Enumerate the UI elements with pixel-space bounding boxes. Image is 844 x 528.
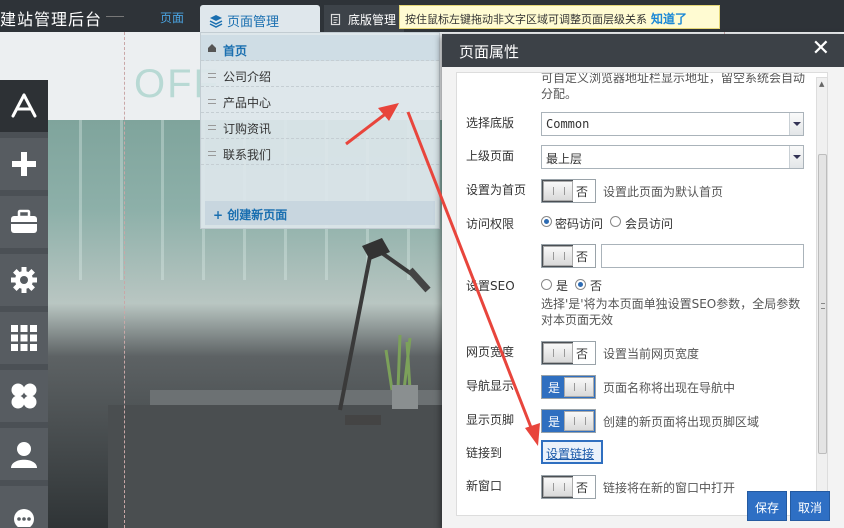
parent-page-select-value: 最上层 xyxy=(546,152,583,166)
drag-tip-text: 按住鼠标左键拖动非文字区域可调整页面层级关系 xyxy=(405,13,647,26)
title-divider xyxy=(106,16,124,17)
footer-label: 显示页脚 xyxy=(466,413,515,427)
top-bar: 建站管理后台 页面 页面管理 底版管理 按住鼠标左键拖动非文字区域可调整页面层级… xyxy=(0,0,844,32)
drag-handle-icon xyxy=(208,151,216,156)
new-window-label: 新窗口 xyxy=(466,479,503,493)
seo-no-radio[interactable] xyxy=(575,279,586,290)
gear-icon[interactable] xyxy=(0,254,48,306)
scroll-up-icon[interactable]: ▲ xyxy=(819,80,824,88)
dialog-scrollbar[interactable]: ▲ ▼ xyxy=(816,77,828,517)
page-properties-dialog: 页面属性 ✕ 可自定义浏览器地址栏显示地址，留空系统会自动 分配。 选择底版 C… xyxy=(442,34,844,528)
toolbox-icon[interactable] xyxy=(0,196,48,248)
footer-hint: 创建的新页面将出现页脚区域 xyxy=(603,415,760,429)
left-toolbar xyxy=(0,80,48,528)
address-hint-line1: 可自定义浏览器地址栏显示地址，留空系统会自动 xyxy=(541,72,806,85)
chevron-down-icon xyxy=(789,146,803,168)
new-window-toggle[interactable]: 否 xyxy=(541,475,596,499)
page-list-dropdown: 首页 公司介绍 产品中心 订购资讯 联系我们 + 创建新页面 xyxy=(200,32,440,229)
access-label: 访问权限 xyxy=(466,217,515,231)
clover-icon[interactable] xyxy=(0,370,48,422)
nav-label: 导航显示 xyxy=(466,379,515,393)
page-item[interactable]: 产品中心 xyxy=(201,87,439,113)
more-icon[interactable] xyxy=(0,486,48,528)
access-member-radio[interactable] xyxy=(610,216,621,227)
link-label: 链接到 xyxy=(466,446,503,460)
site-title: 建站管理后台 xyxy=(0,10,103,29)
page-item-home[interactable]: 首页 xyxy=(201,35,439,61)
width-toggle[interactable]: 否 xyxy=(541,341,596,365)
page-item[interactable]: 公司介绍 xyxy=(201,61,439,87)
width-label: 网页宽度 xyxy=(466,345,515,359)
set-home-toggle[interactable]: 否 xyxy=(541,179,596,203)
page-item-label: 首页 xyxy=(223,44,248,58)
template-select[interactable]: Common xyxy=(541,112,804,136)
seo-hint-line2: 对本页面无效 xyxy=(541,313,614,327)
home-icon xyxy=(208,44,216,52)
app-store-icon[interactable] xyxy=(0,80,48,132)
tab-page[interactable]: 页面 xyxy=(160,9,184,26)
seo-no-label: 否 xyxy=(590,279,603,293)
layout-guide-left xyxy=(124,32,125,528)
template-select-value: Common xyxy=(546,117,590,131)
access-password-input[interactable] xyxy=(601,244,804,268)
page-item-label: 订购资讯 xyxy=(223,122,272,136)
document-icon xyxy=(330,13,341,26)
access-password-radio[interactable] xyxy=(541,216,552,227)
dialog-title: 页面属性 xyxy=(459,43,520,61)
drag-handle-icon xyxy=(208,125,216,130)
set-home-hint: 设置此页面为默认首页 xyxy=(603,185,724,199)
page-item-label: 联系我们 xyxy=(223,148,272,162)
nav-hint: 页面名称将出现在导航中 xyxy=(603,381,736,395)
access-toggle[interactable]: 否 xyxy=(541,244,596,268)
cancel-button[interactable]: 取消 xyxy=(790,491,830,521)
create-page-button[interactable]: + 创建新页面 xyxy=(205,201,435,225)
new-window-hint: 链接将在新的窗口中打开 xyxy=(603,481,736,495)
page-item[interactable]: 联系我们 xyxy=(201,139,439,165)
set-home-label: 设置为首页 xyxy=(466,183,527,197)
drag-handle-icon xyxy=(208,99,216,104)
tab-template-management[interactable]: 底版管理 xyxy=(324,5,404,32)
page-item[interactable]: 订购资讯 xyxy=(201,113,439,139)
footer-toggle[interactable]: 是 xyxy=(541,409,596,433)
layers-icon xyxy=(209,15,223,28)
tab-template-management-label: 底版管理 xyxy=(348,13,397,27)
access-member-label: 会员访问 xyxy=(625,217,674,231)
chevron-down-icon xyxy=(789,113,803,135)
drag-handle-icon xyxy=(208,73,216,78)
parent-page-select[interactable]: 最上层 xyxy=(541,145,804,169)
seo-yes-label: 是 xyxy=(556,279,569,293)
plus-icon[interactable] xyxy=(0,138,48,190)
dialog-form[interactable]: 可自定义浏览器地址栏显示地址，留空系统会自动 分配。 选择底版 Common 上… xyxy=(456,72,828,516)
address-hint-line2: 分配。 xyxy=(541,87,578,101)
page-item-label: 产品中心 xyxy=(223,96,272,110)
tab-page-management-label: 页面管理 xyxy=(227,15,280,30)
page-item-label: 公司介绍 xyxy=(223,70,272,84)
access-password-label: 密码访问 xyxy=(555,217,604,231)
dialog-header: 页面属性 ✕ xyxy=(442,34,844,67)
scrollbar-thumb[interactable] xyxy=(818,154,827,454)
tip-dismiss-link[interactable]: 知道了 xyxy=(651,12,687,26)
width-hint: 设置当前网页宽度 xyxy=(603,347,700,361)
seo-yes-radio[interactable] xyxy=(541,279,552,290)
seo-hint-line1: 选择'是'将为本页面单独设置SEO参数，全局参数 xyxy=(541,297,801,311)
template-label: 选择底版 xyxy=(466,116,515,130)
tab-page-management[interactable]: 页面管理 xyxy=(200,5,320,32)
drag-tip: 按住鼠标左键拖动非文字区域可调整页面层级关系 知道了 xyxy=(399,5,720,29)
user-icon[interactable] xyxy=(0,428,48,480)
set-link-button[interactable]: 设置链接 xyxy=(541,440,603,464)
close-icon[interactable]: ✕ xyxy=(812,38,830,60)
save-button[interactable]: 保存 xyxy=(747,491,787,521)
seo-label: 设置SEO xyxy=(466,279,515,293)
nav-toggle[interactable]: 是 xyxy=(541,375,596,399)
parent-page-label: 上级页面 xyxy=(466,149,515,163)
grid-icon[interactable] xyxy=(0,312,48,364)
